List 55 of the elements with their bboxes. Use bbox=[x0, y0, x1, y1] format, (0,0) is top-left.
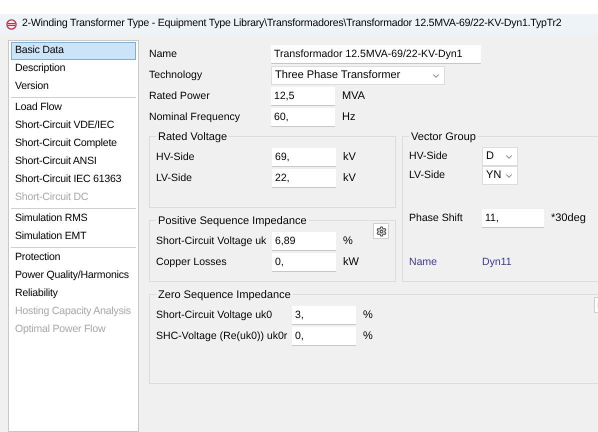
field-label: HV-Side bbox=[156, 150, 196, 165]
unit-label: % bbox=[343, 234, 353, 250]
input-field[interactable]: 60, bbox=[271, 108, 335, 127]
group-title: Positive Sequence Impedance bbox=[156, 213, 309, 230]
field-label: Phase Shift bbox=[409, 210, 464, 226]
sidebar-item[interactable]: Short-Circuit ANSI bbox=[11, 153, 136, 171]
dropdown[interactable]: Three Phase Transformer bbox=[271, 66, 445, 85]
unit-label: kW bbox=[343, 255, 359, 270]
field-label: LV-Side bbox=[409, 168, 446, 183]
input-field[interactable]: 69, bbox=[272, 148, 336, 167]
input-field[interactable]: 0, bbox=[292, 327, 356, 346]
unit-label: kV bbox=[343, 171, 356, 186]
field-label: Technology bbox=[149, 68, 204, 83]
group-title: Rated Voltage bbox=[156, 129, 230, 146]
sidebar-item[interactable]: Short-Circuit VDE/IEC bbox=[11, 117, 136, 135]
dropdown[interactable]: D bbox=[482, 147, 518, 166]
sidebar-item[interactable]: Basic Data bbox=[11, 42, 136, 60]
unit-label: Hz bbox=[342, 110, 356, 126]
sidebar-item[interactable]: Simulation RMS bbox=[11, 210, 136, 228]
field-label: SHC-Voltage (Re(uk0)) uk0r bbox=[156, 328, 288, 344]
sidebar-item[interactable]: Load Flow bbox=[11, 99, 136, 117]
sidebar-item[interactable]: Version bbox=[11, 78, 136, 96]
field-label: Copper Losses bbox=[156, 254, 228, 270]
input-field[interactable]: 6,89 bbox=[272, 232, 336, 251]
sidebar-item[interactable]: Simulation EMT bbox=[11, 228, 136, 246]
unit-label: % bbox=[363, 329, 373, 344]
input-field[interactable]: 11, bbox=[482, 209, 544, 228]
field-label: Short-Circuit Voltage uk bbox=[156, 234, 268, 249]
group-title: Vector Group bbox=[409, 129, 478, 146]
dropdown[interactable]: YN bbox=[482, 166, 518, 185]
group-title: Zero Sequence Impedance bbox=[156, 287, 293, 304]
field-label: Short-Circuit Voltage uk0 bbox=[156, 308, 274, 323]
sidebar-item[interactable]: Description bbox=[11, 60, 136, 78]
sidebar-item[interactable]: Power Quality/Harmonics bbox=[11, 267, 136, 285]
field-label: Dyn11 bbox=[482, 254, 513, 270]
input-field[interactable]: 0, bbox=[272, 253, 336, 272]
field-label: LV-Side bbox=[156, 170, 193, 186]
field-label: HV-Side bbox=[409, 148, 449, 164]
unit-label: *30deg bbox=[551, 211, 586, 226]
field-label: Name bbox=[149, 46, 178, 62]
input-field[interactable]: Transformador 12.5MVA-69/22-KV-Dyn1 bbox=[271, 45, 481, 64]
sidebar-item[interactable]: Protection bbox=[11, 249, 136, 267]
input-field[interactable]: 12,5 bbox=[271, 87, 335, 106]
window-title: 2-Winding Transformer Type - Equipment Type Library\Transformadores\Transformador 12.5MVA-69/22-KV-Dyn1.TypTr2 bbox=[22, 16, 562, 32]
unit-label: kV bbox=[343, 150, 356, 166]
unit-label: MVA bbox=[342, 89, 366, 104]
field-label: Rated Power bbox=[149, 88, 211, 104]
unit-label: % bbox=[363, 308, 373, 324]
field-label: Name bbox=[409, 254, 438, 270]
field-label: Nominal Frequency bbox=[149, 110, 242, 125]
sidebar-item[interactable]: Short-Circuit Complete bbox=[11, 135, 136, 153]
sidebar-item[interactable]: Short-Circuit IEC 61363 bbox=[11, 171, 136, 189]
input-field[interactable]: 3, bbox=[292, 306, 356, 325]
sidebar-item[interactable]: Reliability bbox=[11, 285, 136, 303]
input-field[interactable]: 22, bbox=[272, 169, 336, 188]
